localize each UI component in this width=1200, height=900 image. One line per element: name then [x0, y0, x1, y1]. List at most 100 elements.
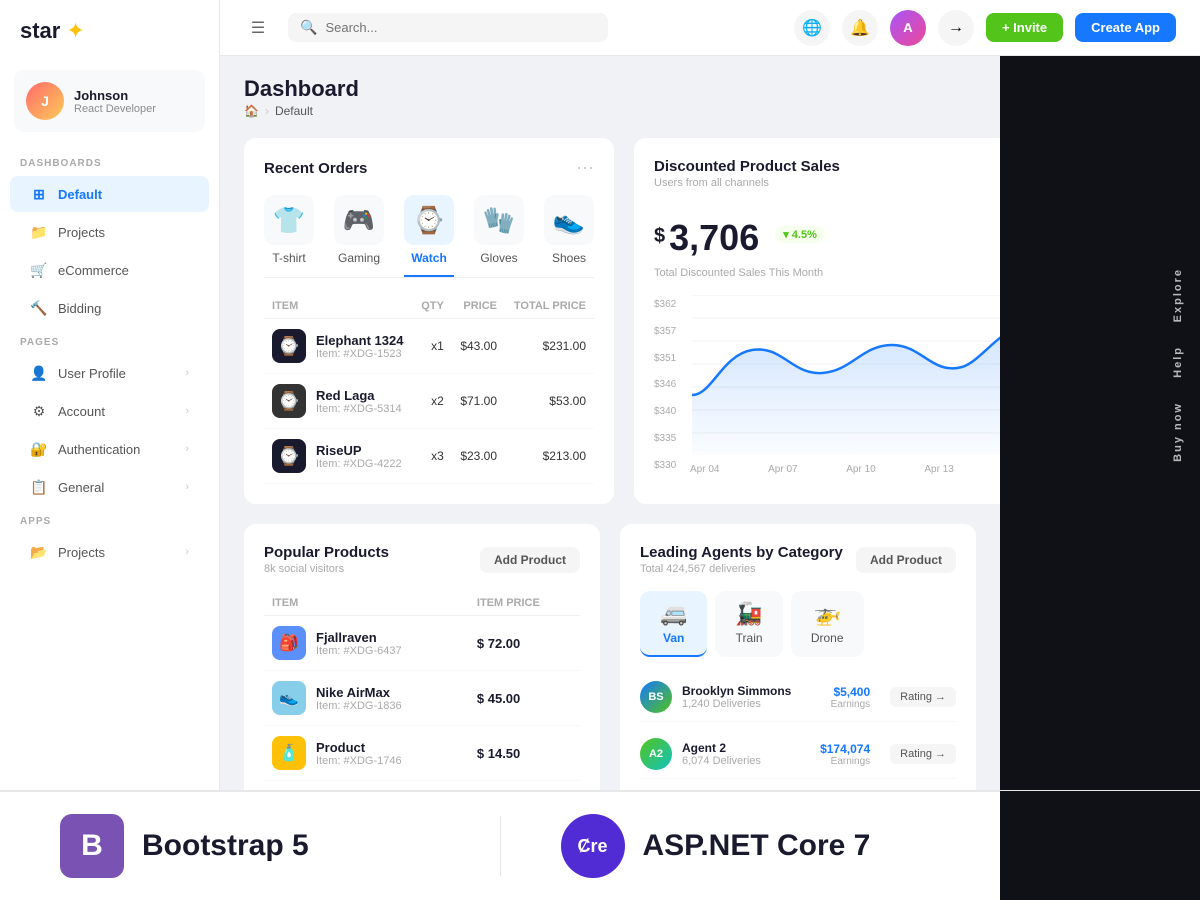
agent-name: Brooklyn Simmons [682, 684, 821, 698]
add-product-button[interactable]: Add Product [480, 547, 580, 573]
sidebar-item-bidding[interactable]: 🔨 Bidding [10, 290, 209, 326]
product-icon: 👟 [272, 681, 306, 715]
gloves-icon: 🧤 [474, 195, 524, 245]
main-area: ☰ 🔍 🌐 🔔 A → + Invite Create App Dashboar… [220, 0, 1200, 900]
sidebar-item-ecommerce[interactable]: 🛒 eCommerce [10, 252, 209, 288]
right-panel: Explore Help Buy now [1000, 56, 1200, 900]
gaming-icon: 🎮 [334, 195, 384, 245]
home-icon[interactable]: 🏠 [244, 104, 259, 118]
tab-watch[interactable]: ⌚ Watch [404, 195, 454, 277]
tab-shoes[interactable]: 👟 Shoes [544, 195, 594, 277]
dotnet-text: ASP.NET Core 7 [643, 829, 871, 863]
tab-drone-label: Drone [811, 631, 844, 645]
dollar-sign: $ [654, 225, 665, 248]
product-name: Fjallraven [316, 630, 402, 645]
product-name: Product [316, 740, 402, 755]
col-price: PRICE [452, 294, 505, 319]
arrow-right-icon[interactable]: → [938, 10, 974, 46]
discounted-sales-card: Discounted Product Sales Users from all … [634, 138, 1000, 504]
sales-description: Total Discounted Sales This Month [654, 267, 1000, 279]
header: ☰ 🔍 🌐 🔔 A → + Invite Create App [220, 0, 1200, 56]
logo-star-icon: ✦ [66, 18, 84, 44]
sidebar-item-label: Authentication [58, 442, 140, 457]
sidebar-item-label: User Profile [58, 366, 126, 381]
sidebar-item-user-profile[interactable]: 👤 User Profile › [10, 355, 209, 391]
tab-drone[interactable]: 🚁 Drone [791, 591, 864, 657]
rating-button[interactable]: Rating → [890, 744, 956, 764]
agent-row: A2 Agent 2 6,074 Deliveries $174,074 Ear… [640, 730, 956, 779]
tab-tshirt[interactable]: 👕 T-shirt [264, 195, 314, 277]
chart-x-label: Apr 07 [768, 464, 797, 475]
order-qty: x2 [413, 374, 452, 429]
product-id: Item: #XDG-1836 [316, 700, 402, 712]
tab-watch-label: Watch [411, 251, 447, 265]
tab-van[interactable]: 🚐 Van [640, 591, 707, 657]
buy-now-label[interactable]: Buy now [1156, 390, 1200, 474]
tab-train[interactable]: 🚂 Train [715, 591, 782, 657]
chart-label: $340 [654, 406, 686, 417]
search-icon: 🔍 [300, 19, 317, 36]
product-item-cell: 🎒 Fjallraven Item: #XDG-6437 [264, 616, 469, 671]
recent-orders-card: Recent Orders ⋯ 👕 T-shirt 🎮 Gaming [244, 138, 614, 504]
item-icon: ⌚ [272, 329, 306, 363]
col-qty: QTY [413, 294, 452, 319]
item-name: Elephant 1324 [316, 333, 403, 348]
content-main: Dashboard 🏠 › Default Recent Orders ⋯ [220, 56, 1000, 900]
col-item: ITEM [264, 294, 413, 319]
order-qty: x3 [413, 429, 452, 484]
col-product-item: ITEM [264, 591, 469, 616]
breadcrumb-current: Default [275, 104, 313, 118]
order-total: $213.00 [505, 429, 594, 484]
card-menu-icon[interactable]: ⋯ [576, 158, 594, 179]
van-icon: 🚐 [660, 601, 687, 627]
train-icon: 🚂 [735, 601, 762, 627]
agent-earnings: $174,074 [820, 742, 870, 756]
pages-section-label: PAGES [0, 327, 219, 354]
ecommerce-icon: 🛒 [30, 261, 48, 279]
sales-header: Discounted Product Sales Users from all … [654, 158, 1000, 189]
tab-shoes-label: Shoes [552, 251, 586, 265]
notifications-icon[interactable]: 🔔 [842, 10, 878, 46]
collapse-button[interactable]: ☰ [244, 14, 272, 42]
sidebar-item-projects-app[interactable]: 📂 Projects › [10, 534, 209, 570]
chart-x-label: Apr 13 [924, 464, 953, 475]
recent-orders-title: Recent Orders [264, 160, 367, 177]
explore-label[interactable]: Explore [1156, 256, 1200, 334]
sidebar-item-authentication[interactable]: 🔐 Authentication › [10, 431, 209, 467]
sidebar-item-general[interactable]: 📋 General › [10, 469, 209, 505]
chevron-down-icon: › [185, 443, 189, 455]
rating-button[interactable]: Rating → [890, 687, 956, 707]
sidebar-item-projects[interactable]: 📁 Projects [10, 214, 209, 250]
chart-label: $330 [654, 460, 686, 471]
top-cards-row: Recent Orders ⋯ 👕 T-shirt 🎮 Gaming [244, 138, 976, 504]
agents-header: Leading Agents by Category Total 424,567… [640, 544, 956, 575]
sidebar-item-label: Default [58, 187, 102, 202]
invite-button[interactable]: + Invite [986, 13, 1063, 42]
tab-gloves[interactable]: 🧤 Gloves [474, 195, 524, 277]
page-title-row: Dashboard 🏠 › Default [244, 76, 976, 118]
globe-icon[interactable]: 🌐 [794, 10, 830, 46]
tab-tshirt-label: T-shirt [272, 251, 305, 265]
help-label[interactable]: Help [1156, 334, 1200, 390]
chart-label: $357 [654, 326, 686, 337]
product-id: Item: #XDG-1746 [316, 755, 402, 767]
user-profile-icon: 👤 [30, 364, 48, 382]
sidebar-item-account[interactable]: ⚙ Account › [10, 393, 209, 429]
agent-deliveries: 6,074 Deliveries [682, 755, 810, 767]
chart-svg-area [692, 295, 1000, 460]
table-row: 👟 Nike AirMax Item: #XDG-1836 $ 45.00 [264, 671, 580, 726]
agents-add-button[interactable]: Add Product [856, 547, 956, 573]
popular-products-header: Popular Products 8k social visitors Add … [264, 544, 580, 575]
sidebar-item-default[interactable]: ⊞ Default [10, 176, 209, 212]
agent-row: BS Brooklyn Simmons 1,240 Deliveries $5,… [640, 673, 956, 722]
bidding-icon: 🔨 [30, 299, 48, 317]
search-box: 🔍 [288, 13, 608, 42]
tab-gaming[interactable]: 🎮 Gaming [334, 195, 384, 277]
popular-products-subtitle: 8k social visitors [264, 563, 389, 575]
orders-table: ITEM QTY PRICE TOTAL PRICE ⌚ [264, 294, 594, 484]
user-avatar-header[interactable]: A [890, 10, 926, 46]
tshirt-icon: 👕 [264, 195, 314, 245]
search-input[interactable] [325, 20, 596, 35]
user-card[interactable]: J Johnson React Developer [14, 70, 205, 132]
create-app-button[interactable]: Create App [1075, 13, 1176, 42]
